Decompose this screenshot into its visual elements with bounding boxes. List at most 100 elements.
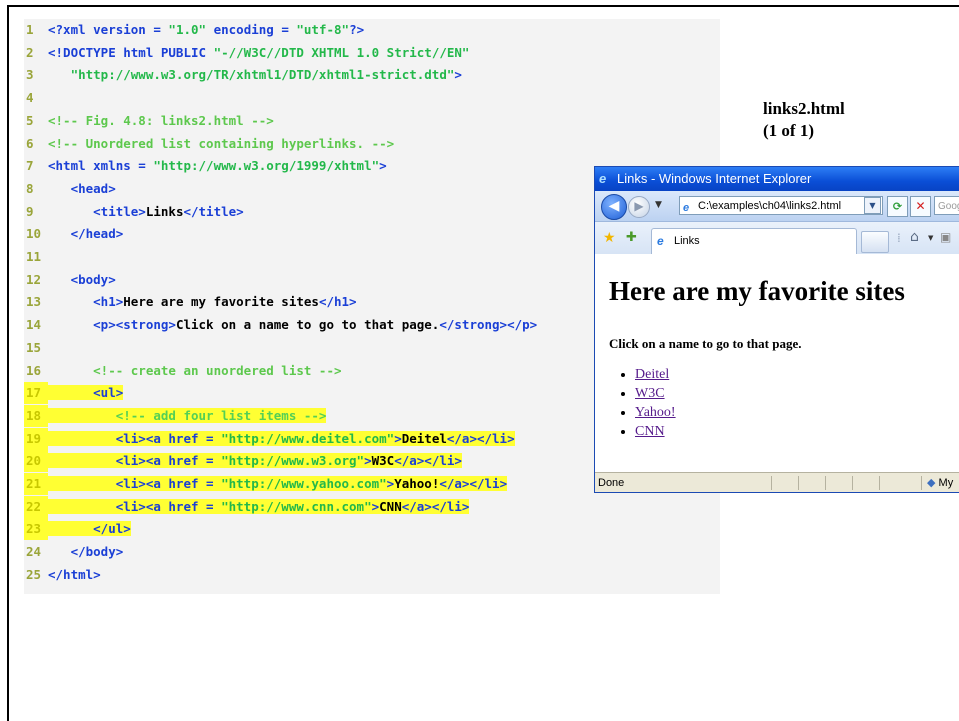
history-dropdown-icon[interactable]: ▼ [655, 200, 662, 210]
address-dropdown-button[interactable]: ▼ [864, 197, 881, 214]
code-token: </h1> [318, 294, 357, 310]
status-divider [852, 476, 853, 490]
computer-icon: ◆ [927, 477, 936, 489]
back-arrow-icon: ◀ [608, 198, 620, 214]
code-token: > [454, 67, 462, 83]
code-token: <!-- create an unordered list --> [48, 362, 342, 378]
code-token: <html xmlns = [48, 158, 154, 174]
home-icon[interactable]: ⌂ [910, 229, 919, 245]
close-icon: ✕ [915, 199, 926, 213]
status-divider [879, 476, 880, 490]
line-number: 8 [26, 180, 34, 196]
code-line: 4 [24, 87, 720, 109]
line-number: 1 [26, 22, 34, 37]
stop-button[interactable]: ✕ [910, 196, 931, 217]
back-button[interactable]: ◀ [601, 194, 627, 220]
window-title: Links - Windows Internet Explorer [617, 171, 812, 186]
code-line: 22 <li><a href = "http://www.cnn.com">CN… [24, 495, 720, 518]
code-token: <li><a href = [48, 453, 222, 469]
code-token: CNN [379, 498, 402, 514]
address-text: C:\examples\ch04\links2.html [698, 200, 842, 212]
code-token: <head> [48, 180, 116, 196]
line-number: 18 [24, 404, 48, 427]
home-dropdown-icon[interactable]: ▼ [928, 234, 933, 242]
slide-title-page: (1 of 1) [763, 121, 814, 140]
code-token: </a></li> [394, 453, 462, 469]
toolbar-separator: ⁞ [897, 231, 901, 245]
code-token: <!-- Unordered list containing hyperlink… [48, 135, 395, 151]
code-token: </html> [48, 566, 101, 582]
page-icon: e [683, 202, 690, 214]
link-yahoo[interactable]: Yahoo! [635, 405, 676, 420]
line-number: 21 [24, 473, 48, 495]
code-token: encoding = [206, 22, 297, 37]
favorites-star-icon[interactable]: ★ [603, 230, 616, 246]
search-input[interactable]: Goog [934, 196, 959, 215]
page-content: Here are my favorite sites Click on a na… [595, 254, 959, 472]
address-toolbar: ◀ ▶ ▼ e C:\examples\ch04\links2.html ▼ ⟳… [595, 191, 959, 222]
list-item: CNN [635, 422, 676, 441]
code-token: </a></li> [439, 476, 508, 491]
window-titlebar[interactable]: e Links - Windows Internet Explorer [595, 167, 959, 191]
line-number: 13 [26, 294, 42, 310]
code-token: <title> [48, 203, 146, 219]
code-token: ?> [349, 22, 365, 37]
code-token: <!DOCTYPE html PUBLIC [48, 44, 214, 60]
code-line: 6 <!-- Unordered list containing hyperlin… [24, 133, 720, 155]
line-number: 24 [26, 544, 42, 560]
code-line: 23 </ul> [24, 518, 720, 541]
line-number: 7 [26, 158, 34, 174]
code-token: </title> [183, 203, 244, 219]
zone-text: My [938, 477, 954, 489]
line-number: 12 [26, 271, 42, 287]
security-zone[interactable]: ◆ My [927, 473, 954, 492]
address-bar[interactable]: e C:\examples\ch04\links2.html [679, 196, 883, 215]
line-number: 20 [24, 450, 48, 473]
code-token: </head> [48, 226, 124, 242]
slide-title-file: links2.html [763, 99, 845, 118]
code-token: "-//W3C//DTD XHTML 1.0 Strict//EN" [213, 44, 470, 60]
status-bar: Done ◆ My [595, 472, 959, 492]
line-number: 9 [26, 203, 34, 219]
code-token: </body> [48, 544, 124, 560]
code-line: 1 <?xml version = "1.0" encoding = "utf-8… [24, 19, 720, 41]
code-token: <li><a href = [48, 476, 222, 491]
list-item: Yahoo! [635, 403, 676, 422]
code-token: W3C [371, 453, 395, 469]
code-token: "http://www.cnn.com" [221, 498, 372, 514]
code-token: "http://www.deitel.com" [221, 430, 395, 446]
tab-links[interactable]: e Links [651, 228, 857, 254]
tab-toolbar: ★ ✚ e Links ⁞ ⌂ ▼ ▣ [595, 222, 959, 255]
line-number: 19 [24, 427, 48, 450]
code-token: </a></li> [446, 430, 515, 446]
forward-arrow-icon: ▶ [634, 199, 644, 213]
code-token: <body> [48, 271, 116, 287]
status-text: Done [598, 477, 625, 489]
refresh-button[interactable]: ⟳ [887, 196, 908, 217]
line-number: 2 [26, 44, 34, 60]
status-divider [771, 476, 772, 490]
code-line: 25 </html> [24, 564, 720, 586]
code-token: "http://www.w3.org" [221, 453, 365, 469]
code-token: </a></li> [401, 498, 470, 514]
code-token: Links [145, 203, 184, 219]
feeds-icon[interactable]: ▣ [940, 230, 951, 244]
forward-button[interactable]: ▶ [628, 196, 650, 218]
code-token: "http://www.yahoo.com" [221, 476, 387, 491]
link-w3c[interactable]: W3C [635, 386, 665, 401]
tab-label: Links [674, 235, 700, 247]
add-favorite-icon[interactable]: ✚ [626, 230, 637, 245]
new-tab-button[interactable] [861, 231, 889, 253]
line-number: 10 [26, 226, 42, 242]
line-number: 5 [26, 112, 34, 128]
code-token: <?xml version = [48, 22, 169, 37]
line-number: 4 [26, 90, 34, 106]
list-item: W3C [635, 384, 676, 403]
line-number: 3 [26, 67, 34, 83]
status-divider [825, 476, 826, 490]
line-number: 25 [26, 566, 42, 582]
line-number: 14 [26, 317, 42, 333]
link-deitel[interactable]: Deitel [635, 367, 669, 382]
link-cnn[interactable]: CNN [635, 424, 665, 439]
code-token: > [394, 430, 402, 446]
